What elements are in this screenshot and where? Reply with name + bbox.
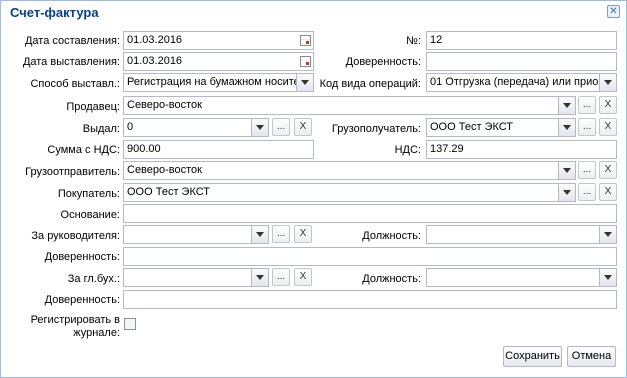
director-position-combo[interactable]: [426, 225, 617, 244]
accountant-poa-label: Доверенность:: [44, 294, 120, 306]
chevron-down-icon[interactable]: [558, 162, 575, 179]
director-position-label: Должность:: [362, 230, 421, 242]
shipper-label: Грузоотправитель:: [25, 166, 120, 178]
sum-with-vat-label: Сумма с НДС:: [47, 144, 120, 156]
dialog-title: Счет-фактура: [10, 5, 99, 20]
calendar-icon[interactable]: [298, 54, 312, 69]
consignee-select-button[interactable]: ...: [578, 118, 596, 136]
basis-label: Основание:: [60, 209, 120, 221]
operation-code-combo[interactable]: 01 Отгрузка (передача) или приоб: [426, 73, 617, 92]
issue-method-label: Способ выставл.:: [30, 78, 120, 90]
issue-method-combo[interactable]: Регистрация на бумажном носителе: [123, 73, 314, 92]
sum-with-vat-field[interactable]: 900.00: [123, 140, 314, 159]
director-poa-field[interactable]: [123, 247, 617, 266]
chevron-down-icon[interactable]: [251, 226, 268, 243]
dialog-titlebar: Счет-фактура ✕: [1, 1, 626, 23]
seller-value: Северо-восток: [127, 99, 202, 111]
issue-method-value: Регистрация на бумажном носителе: [127, 76, 312, 88]
for-chief-accountant-combo[interactable]: [123, 268, 269, 287]
accountant-poa-field[interactable]: [123, 290, 617, 309]
register-in-journal-label-line2: журнале:: [73, 327, 120, 339]
shipper-combo[interactable]: Северо-восток: [123, 161, 576, 180]
date-issued-label: Дата выставления:: [22, 56, 120, 68]
buyer-select-button[interactable]: ...: [578, 183, 596, 201]
chevron-down-icon[interactable]: [599, 269, 616, 286]
date-issued-value: 01.03.2016: [127, 55, 183, 67]
for-director-combo[interactable]: [123, 225, 269, 244]
cancel-button[interactable]: Отмена: [567, 346, 616, 367]
seller-select-button[interactable]: ...: [578, 96, 596, 114]
issued-by-label: Выдал:: [82, 123, 120, 135]
invoice-dialog: Счет-фактура ✕ Дата составления: 01.03.2…: [0, 0, 627, 378]
basis-field[interactable]: [123, 204, 617, 223]
chevron-down-icon[interactable]: [558, 97, 575, 114]
chevron-down-icon[interactable]: [558, 119, 575, 136]
power-of-attorney-field[interactable]: [426, 52, 617, 71]
issued-by-clear-button[interactable]: X: [294, 118, 312, 136]
operation-code-value: 01 Отгрузка (передача) или приоб: [430, 76, 605, 88]
for-chief-accountant-label: За гл.бух.:: [67, 273, 120, 285]
register-in-journal-label-line1: Регистрировать в: [30, 314, 120, 326]
consignee-label: Грузополучатель:: [331, 123, 421, 135]
accountant-position-combo[interactable]: [426, 268, 617, 287]
seller-clear-button[interactable]: X: [599, 96, 617, 114]
for-director-select-button[interactable]: ...: [272, 225, 290, 243]
consignee-clear-button[interactable]: X: [599, 118, 617, 136]
vat-field[interactable]: 137.29: [426, 140, 617, 159]
operation-code-label: Код вида операций:: [319, 78, 421, 90]
chevron-down-icon[interactable]: [599, 74, 616, 91]
buyer-clear-button[interactable]: X: [599, 183, 617, 201]
buyer-label: Покупатель:: [57, 188, 120, 200]
issued-by-value: 0: [127, 121, 134, 133]
shipper-value: Северо-восток: [127, 164, 202, 176]
seller-label: Продавец:: [66, 101, 120, 113]
issued-by-select-button[interactable]: ...: [272, 118, 290, 136]
vat-value: 137.29: [430, 143, 464, 155]
number-field[interactable]: 12: [426, 31, 617, 50]
seller-combo[interactable]: Северо-восток: [123, 96, 576, 115]
issued-by-combo[interactable]: 0: [123, 118, 269, 137]
for-chief-accountant-clear-button[interactable]: X: [294, 268, 312, 286]
accountant-position-label: Должность:: [362, 273, 421, 285]
sum-with-vat-value: 900.00: [127, 143, 161, 155]
shipper-select-button[interactable]: ...: [578, 161, 596, 179]
shipper-clear-button[interactable]: X: [599, 161, 617, 179]
date-composed-value: 01.03.2016: [127, 34, 183, 46]
chevron-down-icon[interactable]: [558, 184, 575, 201]
date-composed-label: Дата составления:: [24, 35, 120, 47]
date-issued-field[interactable]: 01.03.2016: [123, 52, 314, 71]
for-chief-accountant-select-button[interactable]: ...: [272, 268, 290, 286]
register-in-journal-checkbox[interactable]: [124, 318, 136, 330]
save-button[interactable]: Сохранить: [503, 346, 562, 367]
buyer-combo[interactable]: ООО Тест ЭКСТ: [123, 183, 576, 202]
for-director-clear-button[interactable]: X: [294, 225, 312, 243]
number-value: 12: [430, 34, 443, 46]
chevron-down-icon[interactable]: [599, 226, 616, 243]
vat-label: НДС:: [394, 144, 421, 156]
chevron-down-icon[interactable]: [251, 119, 268, 136]
director-poa-label: Доверенность:: [44, 251, 120, 263]
power-of-attorney-label: Доверенность:: [345, 56, 421, 68]
chevron-down-icon[interactable]: [296, 74, 313, 91]
consignee-combo[interactable]: ООО Тест ЭКСТ: [426, 118, 576, 137]
number-label: №:: [406, 35, 421, 47]
date-composed-field[interactable]: 01.03.2016: [123, 31, 314, 50]
for-director-label: За руководителя:: [31, 230, 120, 242]
close-icon[interactable]: ✕: [607, 5, 620, 18]
consignee-value: ООО Тест ЭКСТ: [430, 121, 514, 133]
chevron-down-icon[interactable]: [251, 269, 268, 286]
buyer-value: ООО Тест ЭКСТ: [127, 186, 211, 198]
calendar-icon[interactable]: [298, 33, 312, 48]
